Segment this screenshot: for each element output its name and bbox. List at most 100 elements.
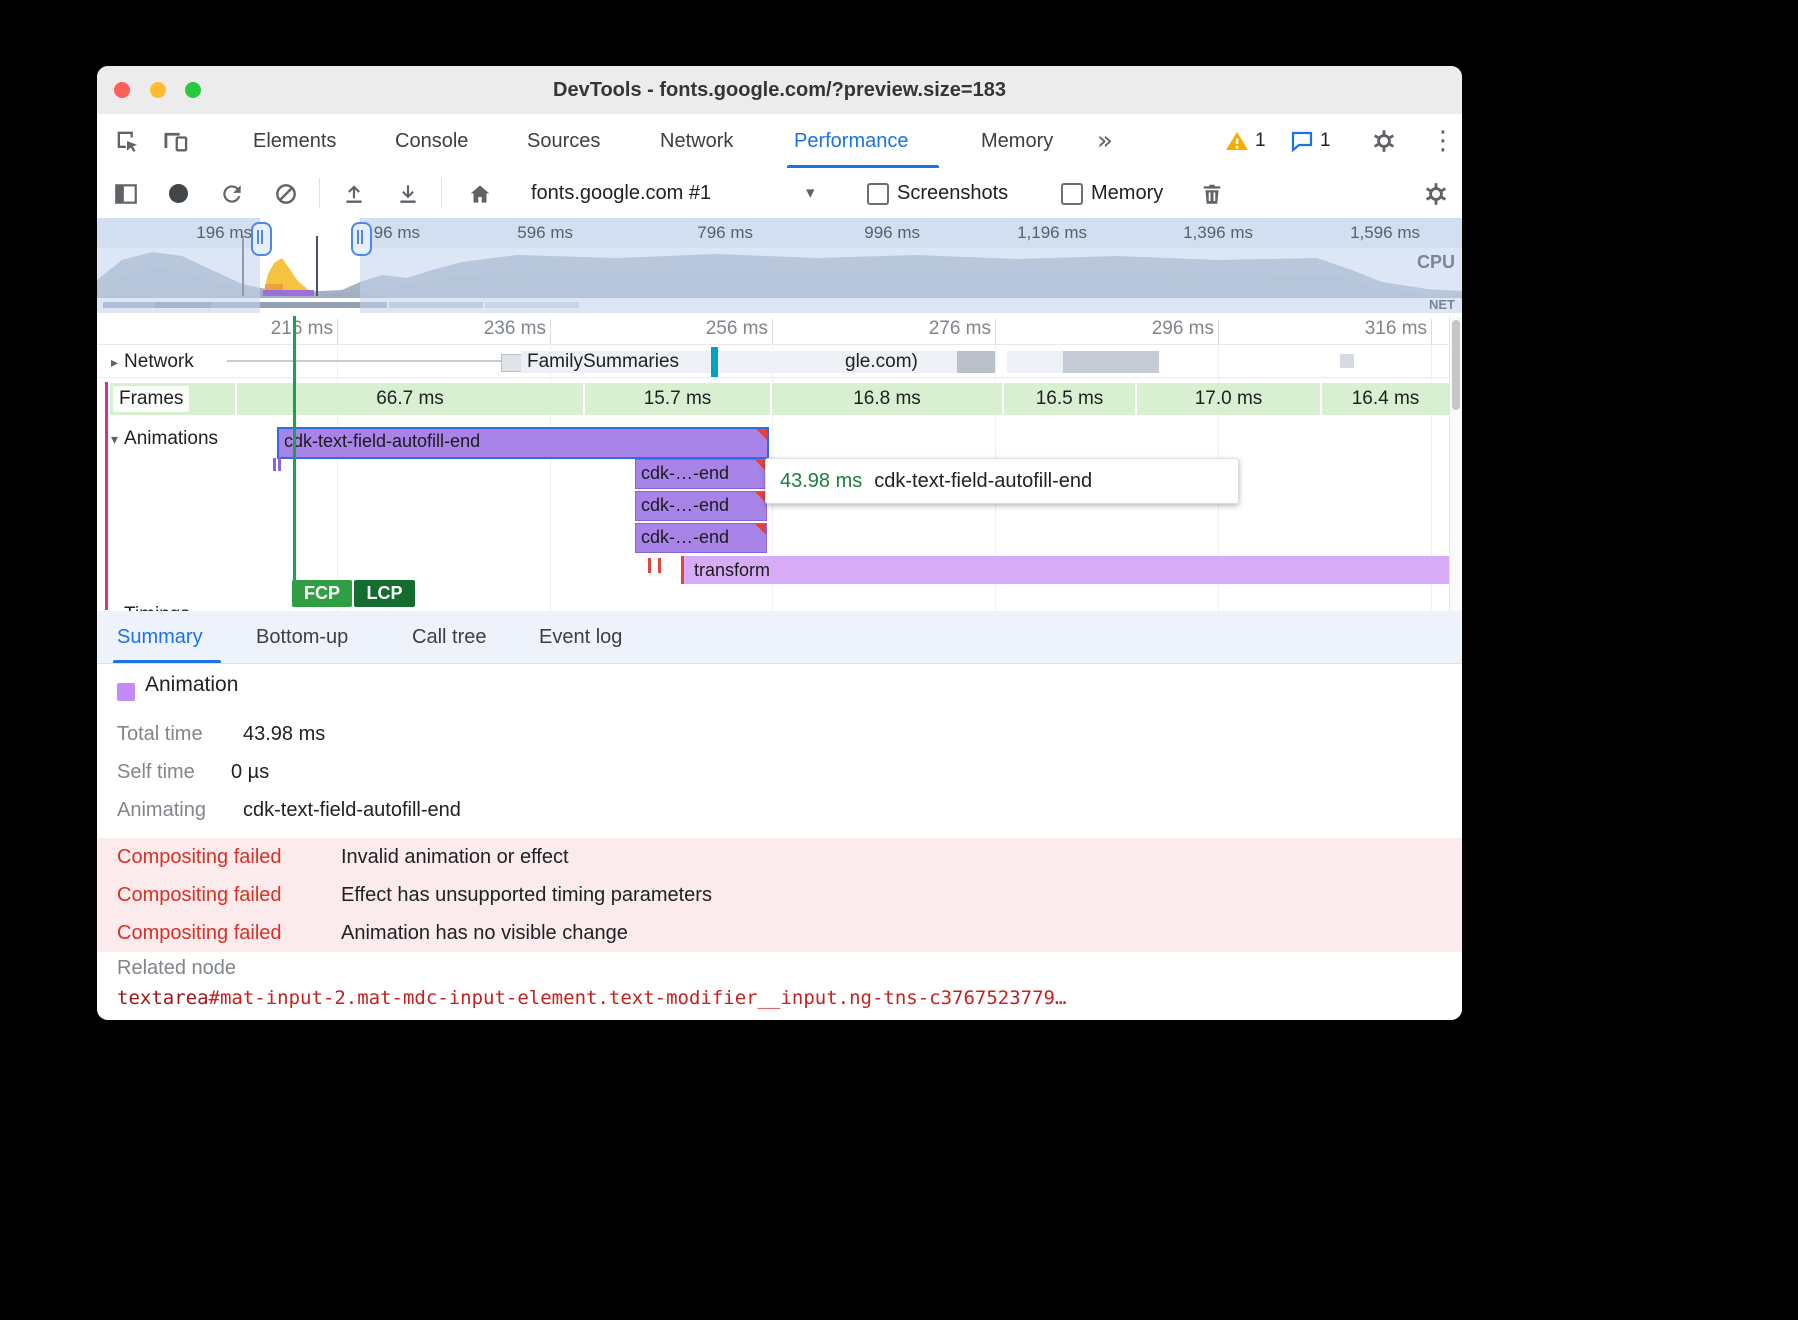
timeline-ruler[interactable]: 216 ms 236 ms 256 ms 276 ms 296 ms 316 m… bbox=[97, 313, 1462, 345]
tab-sources[interactable]: Sources bbox=[527, 114, 600, 168]
overview-time-label: 1,396 ms bbox=[1163, 218, 1253, 248]
overview-time-label: 1,196 ms bbox=[997, 218, 1087, 248]
tab-call-tree[interactable]: Call tree bbox=[412, 611, 486, 663]
tab-network[interactable]: Network bbox=[660, 114, 733, 168]
animation-event-label: cdk-…-end bbox=[636, 492, 729, 518]
inspect-element-icon[interactable] bbox=[113, 127, 141, 155]
vertical-scrollbar[interactable] bbox=[1449, 316, 1462, 611]
settings-gear-icon[interactable] bbox=[1371, 128, 1397, 154]
ruler-tick bbox=[1431, 319, 1432, 344]
network-request-teal-bar[interactable] bbox=[711, 347, 718, 377]
load-profile-icon[interactable] bbox=[341, 181, 367, 207]
ruler-label: 296 ms bbox=[1124, 313, 1214, 344]
overview-time-label: 996 ms bbox=[830, 218, 920, 248]
network-request-label[interactable]: FamilySummaries bbox=[527, 349, 679, 375]
animation-tick bbox=[278, 458, 281, 471]
animation-event-bar[interactable]: cdk-…-end bbox=[635, 523, 767, 553]
total-time-label: Total time bbox=[117, 723, 203, 746]
devtools-tab-bar: Elements Console Sources Network Perform… bbox=[97, 114, 1462, 169]
tab-summary[interactable]: Summary bbox=[117, 611, 203, 663]
network-request-block[interactable] bbox=[1063, 351, 1159, 373]
scrollbar-thumb[interactable] bbox=[1452, 320, 1460, 410]
ruler-tick bbox=[337, 319, 338, 344]
node-tag-name: textarea bbox=[117, 987, 209, 1009]
frames-track-header[interactable]: Frames bbox=[113, 386, 189, 412]
animation-tick bbox=[273, 458, 276, 471]
timeline-overview[interactable]: 196 ms 96 ms 596 ms 796 ms 996 ms 1,196 … bbox=[97, 218, 1462, 314]
more-tabs-icon[interactable]: » bbox=[1097, 114, 1113, 168]
network-request-label[interactable]: gle.com) bbox=[845, 349, 918, 375]
compositing-warning-row: Compositing failed Animation has no visi… bbox=[97, 914, 1462, 952]
network-request-block[interactable] bbox=[501, 354, 523, 372]
window-title: DevTools - fonts.google.com/?preview.siz… bbox=[97, 66, 1462, 114]
dropped-frame-tick bbox=[648, 558, 651, 573]
network-request-block[interactable] bbox=[1340, 354, 1354, 368]
devtools-window: DevTools - fonts.google.com/?preview.siz… bbox=[97, 66, 1462, 1020]
kebab-menu-icon[interactable]: ⋮ bbox=[1430, 114, 1456, 168]
home-icon[interactable] bbox=[467, 181, 493, 207]
warnings-indicator[interactable]: 1 bbox=[1225, 129, 1266, 153]
tab-bottom-up[interactable]: Bottom-up bbox=[256, 611, 348, 663]
selection-handle-left[interactable] bbox=[251, 222, 272, 256]
frame-cell[interactable]: 66.7 ms bbox=[237, 383, 583, 415]
transform-animation-bar[interactable]: transform bbox=[684, 556, 1449, 584]
chevron-down-icon[interactable]: ▾ bbox=[806, 168, 815, 218]
frame-cell[interactable]: 15.7 ms bbox=[585, 383, 770, 415]
screenshots-checkbox[interactable] bbox=[867, 183, 889, 205]
screenshots-checkbox-label[interactable]: Screenshots bbox=[897, 168, 1008, 218]
collect-garbage-icon[interactable] bbox=[1199, 181, 1225, 207]
total-time-value: 43.98 ms bbox=[243, 723, 325, 746]
tab-elements[interactable]: Elements bbox=[253, 114, 336, 168]
toggle-sidebar-icon[interactable] bbox=[113, 181, 139, 207]
compositing-warning-row: Compositing failed Effect has unsupporte… bbox=[97, 876, 1462, 914]
frame-cell[interactable]: 16.8 ms bbox=[772, 383, 1002, 415]
expanded-arrow-icon: ▾ bbox=[111, 432, 118, 448]
overview-time-label: 196 ms bbox=[162, 218, 252, 248]
overview-time-label: 1,596 ms bbox=[1330, 218, 1420, 248]
panel-settings-gear-icon[interactable] bbox=[1423, 181, 1449, 207]
issues-indicator[interactable]: 1 bbox=[1290, 129, 1331, 153]
network-track-header[interactable]: ▸Network bbox=[105, 349, 200, 375]
reload-and-record-icon[interactable] bbox=[219, 181, 245, 207]
lcp-marker-badge[interactable]: LCP bbox=[354, 580, 415, 607]
profile-target-select[interactable]: fonts.google.com #1 bbox=[531, 168, 711, 218]
network-request-block[interactable] bbox=[957, 351, 995, 373]
tab-memory[interactable]: Memory bbox=[981, 114, 1053, 168]
ruler-label: 236 ms bbox=[456, 313, 546, 344]
compositing-failed-reason: Effect has unsupported timing parameters bbox=[341, 876, 712, 914]
memory-checkbox-label[interactable]: Memory bbox=[1091, 168, 1163, 218]
frame-cell[interactable]: 17.0 ms bbox=[1137, 383, 1320, 415]
network-track-label: Network bbox=[124, 351, 194, 372]
network-request-line[interactable] bbox=[227, 360, 517, 362]
tab-performance[interactable]: Performance bbox=[794, 114, 909, 168]
related-node-link[interactable]: textarea#mat-input-2.mat-mdc-input-eleme… bbox=[117, 987, 1066, 1009]
performance-toolbar: fonts.google.com #1 ▾ Screenshots Memory bbox=[97, 168, 1462, 219]
compositing-failed-reason: Invalid animation or effect bbox=[341, 838, 569, 876]
frame-cell[interactable]: 16.5 ms bbox=[1004, 383, 1135, 415]
record-button[interactable] bbox=[169, 184, 188, 203]
selection-handle-right[interactable] bbox=[351, 222, 372, 256]
animation-event-bar[interactable]: cdk-…-end bbox=[635, 491, 767, 521]
self-time-label: Self time bbox=[117, 761, 195, 784]
tooltip-duration: 43.98 ms bbox=[780, 470, 862, 493]
tab-event-log[interactable]: Event log bbox=[539, 611, 622, 663]
overview-time-label: 596 ms bbox=[483, 218, 573, 248]
node-selector: #mat-input-2.mat-mdc-input-element.text-… bbox=[209, 987, 1067, 1009]
tab-console[interactable]: Console bbox=[395, 114, 468, 168]
animations-track-header[interactable]: ▾Animations bbox=[105, 426, 224, 452]
frame-cell[interactable]: 16.4 ms bbox=[1322, 383, 1449, 415]
compositing-warning-row: Compositing failed Invalid animation or … bbox=[97, 838, 1462, 876]
compositing-failed-reason: Animation has no visible change bbox=[341, 914, 628, 952]
toolbar-separator bbox=[441, 178, 442, 208]
message-count: 1 bbox=[1320, 130, 1331, 152]
ruler-tick bbox=[772, 319, 773, 344]
title-bar: DevTools - fonts.google.com/?preview.siz… bbox=[97, 66, 1462, 115]
device-toolbar-icon[interactable] bbox=[161, 127, 189, 155]
cpu-lane-label: CPU bbox=[1387, 252, 1455, 273]
clear-recording-icon[interactable] bbox=[273, 181, 299, 207]
animation-event-bar-selected[interactable]: cdk-text-field-autofill-end bbox=[277, 427, 769, 459]
animation-event-bar[interactable]: cdk-…-end bbox=[635, 459, 767, 489]
fcp-marker-badge[interactable]: FCP bbox=[292, 580, 352, 607]
memory-checkbox[interactable] bbox=[1061, 183, 1083, 205]
save-profile-icon[interactable] bbox=[395, 181, 421, 207]
